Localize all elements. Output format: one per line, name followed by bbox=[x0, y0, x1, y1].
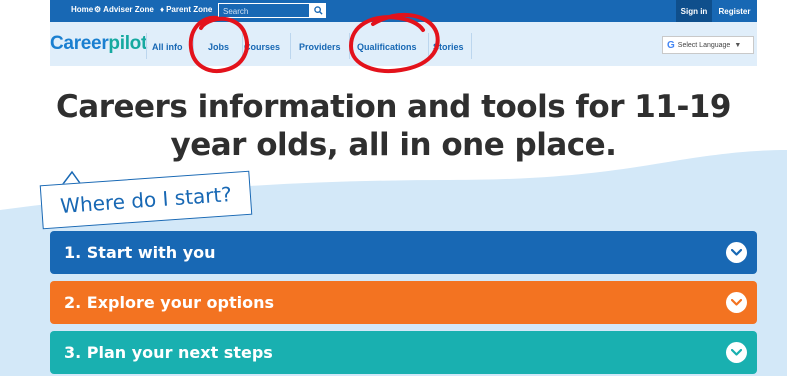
nav-divider bbox=[146, 33, 147, 59]
search-box bbox=[218, 3, 310, 18]
search-input[interactable] bbox=[223, 5, 303, 17]
nav-all-info[interactable]: All info bbox=[152, 42, 183, 52]
headline-line-1: Careers information and tools for 11-19 bbox=[56, 89, 731, 125]
nav-providers[interactable]: Providers bbox=[299, 42, 341, 52]
accordion-label: 3. Plan your next steps bbox=[64, 343, 273, 362]
home-link[interactable]: Home bbox=[71, 5, 93, 14]
person-icon: ♦ bbox=[160, 5, 165, 14]
accordion-label: 1. Start with you bbox=[64, 243, 216, 262]
careerpilot-logo[interactable]: Careerpilot bbox=[50, 33, 147, 55]
adviser-zone-link[interactable]: ⚙ Adviser Zone bbox=[94, 5, 154, 14]
accordion-plan-your-next-steps[interactable]: 3. Plan your next steps bbox=[50, 331, 757, 374]
chevron-down-icon bbox=[726, 342, 747, 363]
parent-zone-link[interactable]: ♦ Parent Zone bbox=[160, 5, 212, 14]
chevron-down-icon bbox=[726, 242, 747, 263]
nav-courses[interactable]: Courses bbox=[244, 42, 280, 52]
accordion-explore-your-options[interactable]: 2. Explore your options bbox=[50, 281, 757, 324]
logo-career: Career bbox=[50, 33, 109, 54]
nav-divider bbox=[290, 33, 291, 59]
chevron-down-icon bbox=[726, 292, 747, 313]
gear-icon: ⚙ bbox=[94, 5, 102, 14]
sign-in-button[interactable]: Sign in bbox=[676, 0, 712, 22]
nav-jobs[interactable]: Jobs bbox=[208, 42, 229, 52]
parent-zone-label: Parent Zone bbox=[166, 5, 213, 14]
nav-stories[interactable]: Stories bbox=[433, 42, 464, 52]
dropdown-arrow-icon: ▼ bbox=[734, 41, 742, 49]
register-button[interactable]: Register bbox=[712, 0, 757, 22]
search-button[interactable] bbox=[310, 3, 326, 18]
nav-divider bbox=[349, 33, 350, 59]
nav-divider bbox=[242, 33, 243, 59]
google-icon: G bbox=[667, 39, 675, 51]
adviser-zone-label: Adviser Zone bbox=[103, 5, 154, 14]
nav-qualifications[interactable]: Qualifications bbox=[357, 42, 417, 52]
language-select[interactable]: G Select Language ▼ bbox=[662, 36, 754, 54]
accordion-start-with-you[interactable]: 1. Start with you bbox=[50, 231, 757, 274]
top-bar-inner bbox=[50, 0, 757, 22]
logo-pilot: pilot bbox=[108, 33, 148, 54]
nav-divider bbox=[471, 33, 472, 59]
nav-divider bbox=[193, 33, 194, 59]
accordion-label: 2. Explore your options bbox=[64, 293, 275, 312]
search-icon bbox=[313, 6, 323, 15]
language-label: Select Language bbox=[677, 41, 731, 49]
nav-divider bbox=[428, 33, 429, 59]
